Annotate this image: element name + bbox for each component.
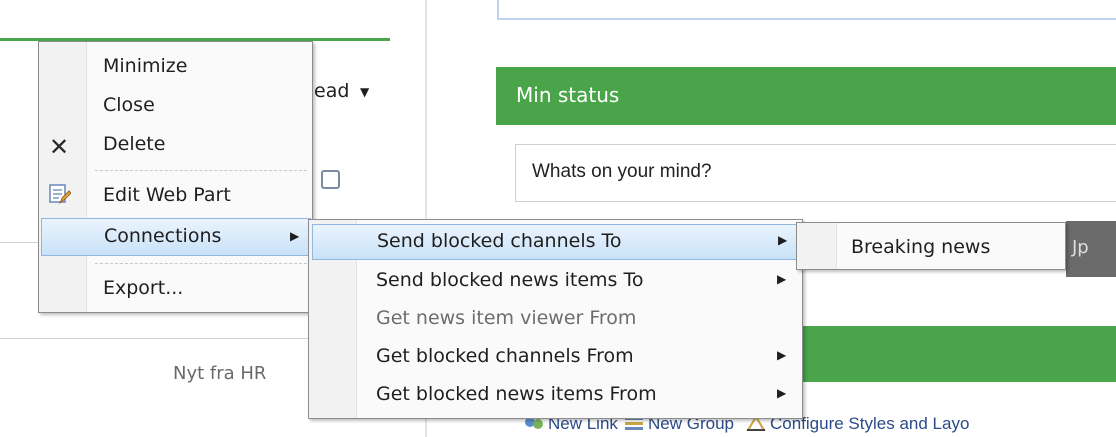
second-webpart-header xyxy=(780,326,1116,382)
menu-item-label: Close xyxy=(103,94,155,116)
menu-item-get-blocked-channels[interactable]: Get blocked channels From ▶ xyxy=(309,339,802,375)
menu-item-label: Export... xyxy=(103,277,184,299)
menu-item-label: Minimize xyxy=(103,55,188,77)
menu-item-send-blocked-channels[interactable]: Send blocked channels To ▶ xyxy=(312,224,800,260)
menu-item-delete[interactable]: ✕ Delete xyxy=(39,126,312,164)
menu-separator xyxy=(95,263,307,264)
menu-item-label: Get blocked news items From xyxy=(376,383,657,405)
status-placeholder: Whats on your mind? xyxy=(532,161,712,182)
menu-item-label: Breaking news xyxy=(851,236,991,258)
menu-item-label: Get news item viewer From xyxy=(376,307,637,329)
menu-item-close[interactable]: Close xyxy=(39,87,312,125)
submenu-arrow-icon: ▶ xyxy=(777,386,787,400)
menu-item-label: Connections xyxy=(104,225,222,247)
delete-x-icon: ✕ xyxy=(49,133,70,161)
menu-item-edit-web-part[interactable]: Edit Web Part xyxy=(39,177,312,215)
webpart-select-checkbox[interactable] xyxy=(321,170,340,189)
status-webpart-header: Min status xyxy=(496,67,1116,125)
menu-item-export[interactable]: Export... xyxy=(39,270,312,308)
menu-item-label: Send blocked channels To xyxy=(377,230,622,252)
menu-item-label: Edit Web Part xyxy=(103,184,231,206)
menu-item-get-news-item-viewer: Get news item viewer From xyxy=(309,301,802,337)
status-input[interactable]: Whats on your mind? xyxy=(515,144,1116,202)
webpart-title-nyt-fra-hr: Nyt fra HR xyxy=(173,363,267,384)
submenu-arrow-icon: ▶ xyxy=(290,229,300,243)
web-part-menu: Minimize Close ✕ Delete Edit Web Part Co… xyxy=(38,41,313,313)
menu-item-label: Get blocked channels From xyxy=(376,345,634,367)
submenu-arrow-icon: ▶ xyxy=(778,233,788,247)
top-webpart-frame xyxy=(497,0,1116,20)
menu-item-connections[interactable]: Connections ▶ xyxy=(41,218,311,256)
menu-separator xyxy=(95,170,307,171)
menu-item-send-blocked-news-items[interactable]: Send blocked news items To ▶ xyxy=(309,263,802,299)
webpart-title-fragment: ead xyxy=(314,80,350,102)
connection-target-submenu: Breaking news xyxy=(796,222,1066,270)
submenu-arrow-icon: ▶ xyxy=(777,348,787,362)
update-button[interactable]: Jp xyxy=(1066,221,1116,277)
submenu-arrow-icon: ▶ xyxy=(777,272,787,286)
update-button-label: Jp xyxy=(1072,237,1089,258)
menu-item-breaking-news[interactable]: Breaking news xyxy=(797,223,1065,269)
menu-item-minimize[interactable]: Minimize xyxy=(39,48,312,86)
webpart-menu-arrow-icon[interactable]: ▼ xyxy=(360,85,369,99)
edit-web-part-icon xyxy=(49,183,72,205)
divider-line xyxy=(0,242,40,243)
status-title: Min status xyxy=(516,83,620,107)
connections-submenu: Send blocked channels To ▶ Send blocked … xyxy=(308,219,803,419)
menu-item-get-blocked-news-items[interactable]: Get blocked news items From ▶ xyxy=(309,377,802,413)
menu-item-label: Delete xyxy=(103,133,166,155)
menu-item-label: Send blocked news items To xyxy=(376,269,644,291)
